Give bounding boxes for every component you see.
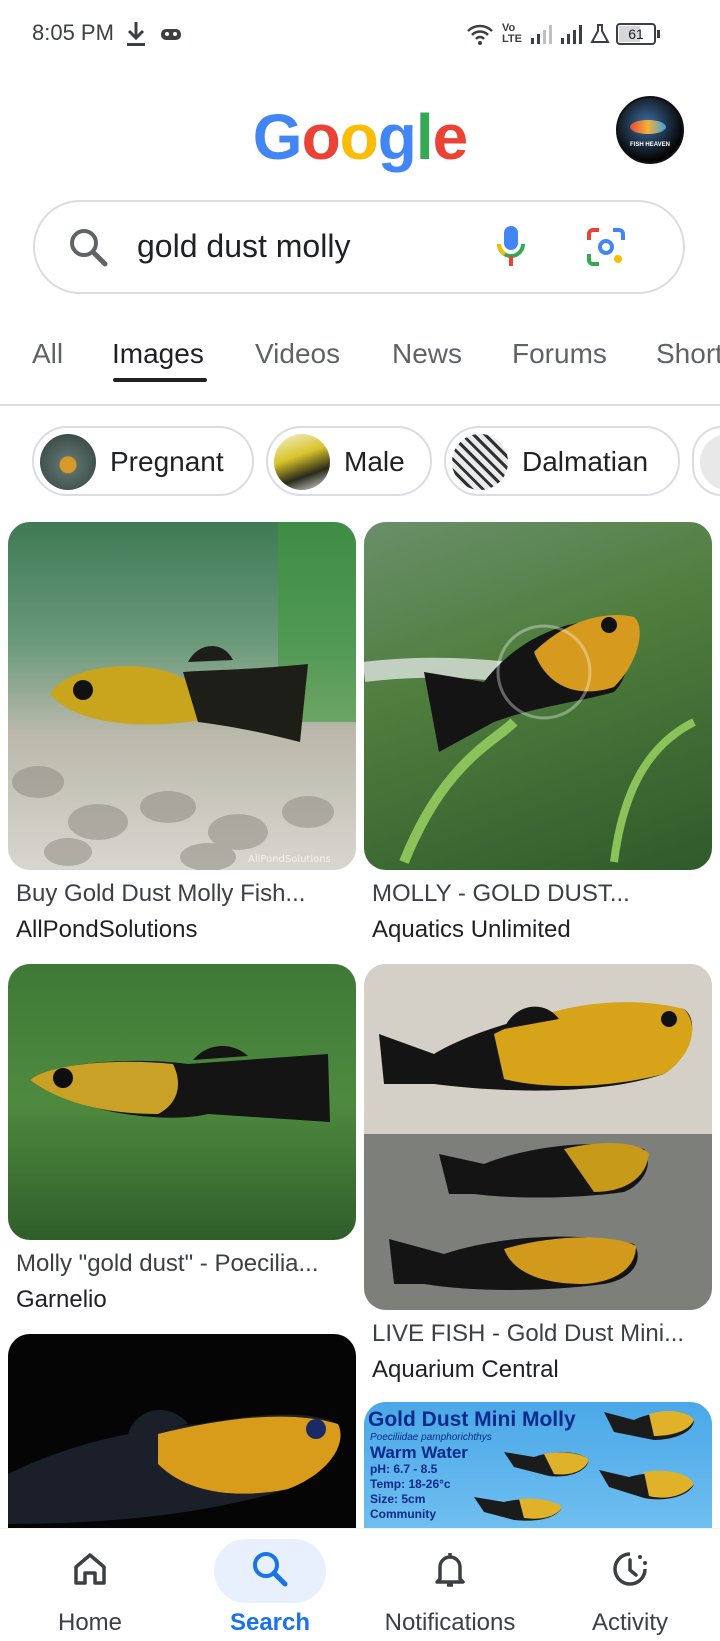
status-bar: 8:05 PM Vo LTE 61: [0, 0, 720, 72]
tab-images[interactable]: Images: [112, 338, 204, 370]
chip-dalmatian[interactable]: Dalmatian: [444, 426, 680, 496]
bottom-navigation: Home Search Notifications Activity: [0, 1528, 720, 1641]
account-avatar[interactable]: FISH HEAVEN: [616, 96, 684, 164]
game-controller-icon: [160, 18, 182, 50]
chip-thumbnail: [452, 434, 508, 490]
tab-news[interactable]: News: [392, 338, 462, 370]
nav-activity[interactable]: Activity: [540, 1529, 720, 1641]
camera-lens-icon[interactable]: [585, 226, 627, 273]
chip-more[interactable]: [692, 426, 720, 496]
logo-letter: o: [301, 101, 341, 173]
fish-image: [364, 615, 696, 864]
search-icon: [67, 226, 109, 273]
google-logo: Google: [0, 100, 720, 174]
result-title[interactable]: Molly "gold dust" - Poecilia...: [16, 1250, 319, 1278]
result-image[interactable]: AllPondSolutions: [8, 522, 356, 870]
active-tab-indicator: [113, 378, 207, 382]
fish-image: [8, 1410, 341, 1524]
chip-label: Dalmatian: [522, 446, 649, 477]
chip-pregnant[interactable]: Pregnant: [32, 426, 254, 496]
home-icon: [74, 1553, 106, 1585]
result-image[interactable]: [364, 964, 712, 1310]
nav-label: Home: [57, 1609, 123, 1636]
result-image[interactable]: [8, 964, 356, 1240]
chip-label: Male: [344, 446, 405, 477]
battery-icon: 61: [616, 18, 660, 50]
chip-male[interactable]: Male: [266, 426, 432, 496]
nav-label: Search: [229, 1609, 311, 1636]
result-image[interactable]: [364, 522, 712, 870]
volte-label: Vo LTE: [502, 22, 522, 45]
tab-shorts[interactable]: Short: [656, 338, 720, 370]
result-source: Aquarium Central: [372, 1356, 559, 1383]
tab-forums[interactable]: Forums: [512, 338, 607, 370]
chip-thumbnail: [700, 434, 720, 490]
avatar-text: FISH HEAVEN: [630, 142, 670, 148]
result-title[interactable]: LIVE FISH - Gold Dust Mini...: [372, 1320, 684, 1348]
search-tabs: All Images Videos News Forums Short: [0, 320, 720, 406]
chip-label: Pregnant: [110, 446, 224, 477]
battery-level: 61: [628, 26, 644, 42]
logo-letter: g: [377, 101, 417, 173]
result-source: Garnelio: [16, 1286, 107, 1313]
fish-image: [364, 964, 712, 1310]
flask-icon: [590, 18, 610, 50]
logo-letter: o: [339, 101, 379, 173]
wifi-icon: [466, 18, 494, 50]
logo-letter: G: [252, 101, 303, 173]
logo-letter: e: [432, 101, 469, 173]
chip-thumbnail: [40, 434, 96, 490]
nav-search[interactable]: Search: [180, 1529, 360, 1641]
bell-icon: [435, 1553, 465, 1587]
search-box[interactable]: gold dust molly: [33, 200, 685, 294]
poster-fish-graphic: [474, 1411, 694, 1521]
result-source: AllPondSolutions: [16, 916, 198, 943]
nav-home[interactable]: Home: [0, 1529, 180, 1641]
result-title[interactable]: MOLLY - GOLD DUST...: [372, 880, 630, 908]
signal-icon-1: [530, 18, 552, 50]
search-icon: [253, 1552, 288, 1587]
result-title[interactable]: Buy Gold Dust Molly Fish...: [16, 880, 305, 908]
microphone-icon[interactable]: [495, 224, 527, 275]
nav-label: Notifications: [384, 1609, 516, 1636]
tab-all[interactable]: All: [32, 338, 63, 370]
avatar-fish-graphic: [630, 120, 666, 134]
download-icon: [124, 18, 148, 50]
fish-image: AllPondSolutions: [12, 522, 356, 870]
logo-letter: l: [415, 101, 434, 173]
signal-icon-2: [560, 18, 582, 50]
status-time: 8:05 PM: [32, 20, 114, 45]
nav-notifications[interactable]: Notifications: [360, 1529, 540, 1641]
chip-thumbnail: [274, 434, 330, 490]
image-watermark: AllPondSolutions: [248, 854, 331, 865]
nav-label: Activity: [591, 1609, 668, 1636]
result-source: Aquatics Unlimited: [372, 916, 571, 943]
tab-videos[interactable]: Videos: [255, 338, 340, 370]
activity-icon: [613, 1552, 647, 1586]
search-query[interactable]: gold dust molly: [137, 228, 350, 265]
fish-image: [30, 1045, 330, 1122]
